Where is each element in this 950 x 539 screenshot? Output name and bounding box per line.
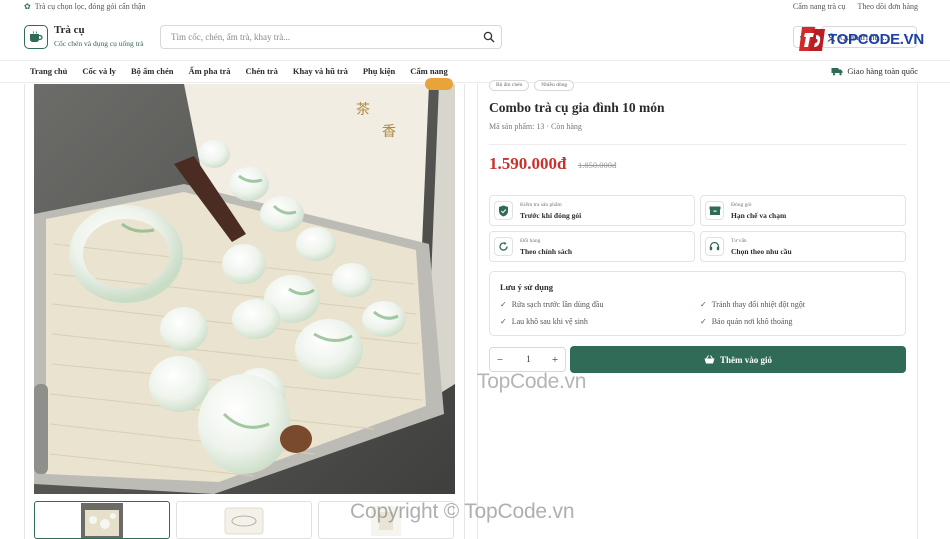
product-price: 1.590.000đ — [489, 154, 567, 173]
nav-item-tea-bowls[interactable]: Chén trà — [245, 66, 277, 76]
product-title: Combo trà cụ gia đình 10 món — [489, 100, 665, 115]
headset-icon — [705, 237, 724, 256]
feature-consult: Tư vấn Chọn theo nhu cầu — [700, 231, 906, 262]
feature-value: Trước khi đóng gói — [520, 211, 582, 220]
usage-notes: Lưu ý sử dụng ✓ Rửa sạch trước lần dùng … — [489, 271, 906, 336]
usage-text: Lau khô sau khi vệ sinh — [511, 317, 588, 326]
product-meta: Mã sản phẩm: 13 · Còn hàng — [489, 122, 582, 131]
check-icon: ✓ — [500, 300, 507, 309]
nav-item-teapots[interactable]: Ấm pha trà — [188, 66, 230, 76]
top-tagline: ✿ Trà cụ chọn lọc, đóng gói cẩn thận — [24, 2, 146, 11]
product-old-price: 1.850.000đ — [578, 160, 617, 170]
nav-item-home[interactable]: Trang chủ — [30, 66, 67, 76]
topcode-logo-icon — [799, 25, 825, 53]
shield-check-icon — [494, 201, 513, 220]
top-links: Cẩm nang trà cụ Theo dõi đơn hàng — [793, 2, 918, 11]
topcode-logo-text: TOPCODE.VN — [828, 30, 924, 48]
thumbnail-1[interactable] — [34, 501, 170, 539]
shipping-note: Giao hàng toàn quốc — [831, 66, 918, 76]
feature-value: Hạn chế va chạm — [731, 211, 787, 220]
thumbnail-2[interactable] — [176, 501, 312, 539]
link-track-order[interactable]: Theo dõi đơn hàng — [858, 2, 918, 11]
brand-name[interactable]: Trà cụ — [54, 24, 85, 36]
shipping-text: Giao hàng toàn quốc — [847, 66, 918, 76]
usage-item: ✓ Bảo quản nơi khô thoáng — [700, 317, 792, 326]
feature-key: Đóng gói — [731, 202, 752, 208]
link-tea-guide[interactable]: Cẩm nang trà cụ — [793, 2, 846, 11]
feature-key: Tư vấn — [731, 238, 747, 244]
copyright-watermark: Copyright © TopCode.vn — [350, 500, 575, 523]
topcode-watermark-logo: TOPCODE.VN — [799, 23, 929, 55]
feature-value: Theo chính sách — [520, 247, 573, 256]
chip-variant[interactable]: Nhiều dòng — [534, 80, 575, 91]
tagline-text: Trà cụ chọn lọc, đóng gói cẩn thận — [34, 2, 146, 11]
basket-icon — [704, 355, 715, 364]
refresh-icon — [494, 237, 513, 256]
add-to-cart-label: Thêm vào giỏ — [719, 354, 772, 365]
feature-exchange: Đổi hàng Theo chính sách — [489, 231, 695, 262]
add-to-cart-button[interactable]: Thêm vào giỏ — [570, 346, 906, 373]
quantity-stepper: − 1 + — [489, 347, 566, 372]
sale-badge — [425, 78, 453, 90]
divider — [489, 144, 906, 145]
check-icon: ✓ — [700, 300, 707, 309]
search-icon[interactable] — [483, 31, 495, 43]
site-header: Trà cụ Cốc chén và dụng cụ uống trà Quản… — [0, 14, 950, 60]
usage-text: Rửa sạch trước lần dùng đầu — [511, 300, 604, 309]
usage-title: Lưu ý sử dụng — [500, 282, 553, 292]
check-icon: ✓ — [700, 317, 707, 326]
quantity-value[interactable]: 1 — [512, 354, 545, 364]
brand-subtitle: Cốc chén và dụng cụ uống trà — [54, 39, 144, 48]
product-main-image[interactable]: 茶 香 — [34, 84, 455, 494]
nav-item-guide[interactable]: Cẩm nang — [410, 66, 448, 76]
chip-category[interactable]: Bộ ấm chén — [489, 80, 530, 91]
watermark-text: TopCode.vn — [477, 370, 587, 393]
feature-inspection: Kiểm tra sản phẩm Trước khi đóng gói — [489, 195, 695, 226]
feature-value: Chọn theo nhu cầu — [731, 247, 792, 256]
top-strip: ✿ Trà cụ chọn lọc, đóng gói cẩn thận Cẩm… — [0, 0, 950, 13]
usage-item: ✓ Tránh thay đổi nhiệt đột ngột — [700, 300, 805, 309]
box-icon — [705, 201, 724, 220]
leaf-icon: ✿ — [24, 2, 31, 11]
logo-cup-icon[interactable] — [24, 25, 48, 49]
feature-key: Kiểm tra sản phẩm — [520, 202, 562, 208]
nav-item-cups[interactable]: Cốc và ly — [82, 66, 116, 76]
search-box — [160, 25, 502, 49]
nav-item-trays-jars[interactable]: Khay và hũ trà — [293, 66, 348, 76]
svg-text:茶: 茶 — [356, 102, 370, 118]
truck-icon — [831, 67, 843, 75]
svg-text:香: 香 — [382, 124, 396, 140]
check-icon: ✓ — [500, 317, 507, 326]
nav-item-tea-sets[interactable]: Bộ ấm chén — [131, 66, 174, 76]
main-nav: Trang chủ Cốc và ly Bộ ấm chén Ấm pha tr… — [0, 60, 950, 83]
usage-item: ✓ Rửa sạch trước lần dùng đầu — [500, 300, 603, 309]
search-input[interactable] — [161, 26, 471, 48]
increment-button[interactable]: + — [548, 352, 562, 368]
usage-text: Tránh thay đổi nhiệt đột ngột — [711, 300, 805, 309]
nav-item-accessories[interactable]: Phụ kiện — [363, 66, 395, 76]
decrement-button[interactable]: − — [493, 352, 507, 368]
usage-item: ✓ Lau khô sau khi vệ sinh — [500, 317, 588, 326]
category-chips: Bộ ấm chén Nhiều dòng — [489, 80, 575, 91]
feature-key: Đổi hàng — [520, 238, 541, 244]
feature-packaging: Đóng gói Hạn chế va chạm — [700, 195, 906, 226]
usage-text: Bảo quản nơi khô thoáng — [711, 317, 793, 326]
